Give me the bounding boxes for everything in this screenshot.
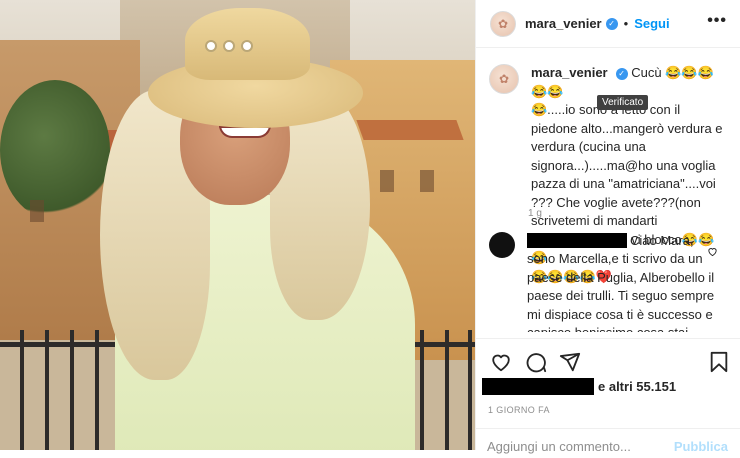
photo-roof [356, 120, 464, 140]
comment-text: Ciao Mara, sono Marcella,e ti scrivo da … [527, 232, 717, 332]
redacted-username [527, 233, 627, 248]
bookmark-icon[interactable] [708, 351, 730, 373]
likes-summary[interactable]: e altri 55.151 [482, 378, 676, 395]
photo-window [380, 170, 394, 192]
publish-button[interactable]: Pubblica [674, 439, 728, 454]
caption-time[interactable]: 1 g [528, 208, 542, 219]
header-username[interactable]: mara_venier [525, 16, 602, 31]
photo-hat-band [205, 40, 295, 52]
photo-window [420, 170, 434, 192]
share-icon[interactable] [559, 351, 581, 373]
add-comment-bar: Aggiungi un commento... Pubblica [475, 428, 740, 458]
avatar[interactable] [489, 232, 515, 258]
separator-dot: • [623, 16, 629, 31]
avatar[interactable]: ✿ [489, 64, 519, 94]
instagram-post: ✿ mara_venier ✓ • Segui ••• ✿ mara_venie… [0, 0, 740, 454]
post-header: ✿ mara_venier ✓ • Segui ••• [476, 0, 740, 48]
post-photo[interactable] [0, 0, 475, 450]
heart-icon[interactable] [490, 351, 512, 373]
photo-window [30, 200, 44, 222]
comment-icon[interactable] [525, 351, 547, 373]
comment-like-icon[interactable] [707, 246, 718, 257]
likes-count[interactable]: e altri 55.151 [598, 379, 676, 394]
verified-tooltip: Verificato [597, 95, 649, 110]
comment: Ciao Mara, sono Marcella,e ti scrivo da … [489, 232, 729, 332]
photo-tree [0, 80, 110, 220]
more-icon[interactable]: ••• [707, 12, 727, 30]
comment-input[interactable]: Aggiungi un commento... [487, 439, 674, 454]
caption-username[interactable]: mara_venier [531, 65, 608, 80]
post-time[interactable]: 1 GIORNO FA [488, 405, 550, 415]
verified-icon: ✓ [605, 17, 618, 30]
avatar[interactable]: ✿ [490, 10, 516, 37]
follow-button[interactable]: Segui [634, 16, 669, 31]
verified-icon: ✓ [615, 68, 628, 81]
redacted-liker [482, 378, 594, 395]
